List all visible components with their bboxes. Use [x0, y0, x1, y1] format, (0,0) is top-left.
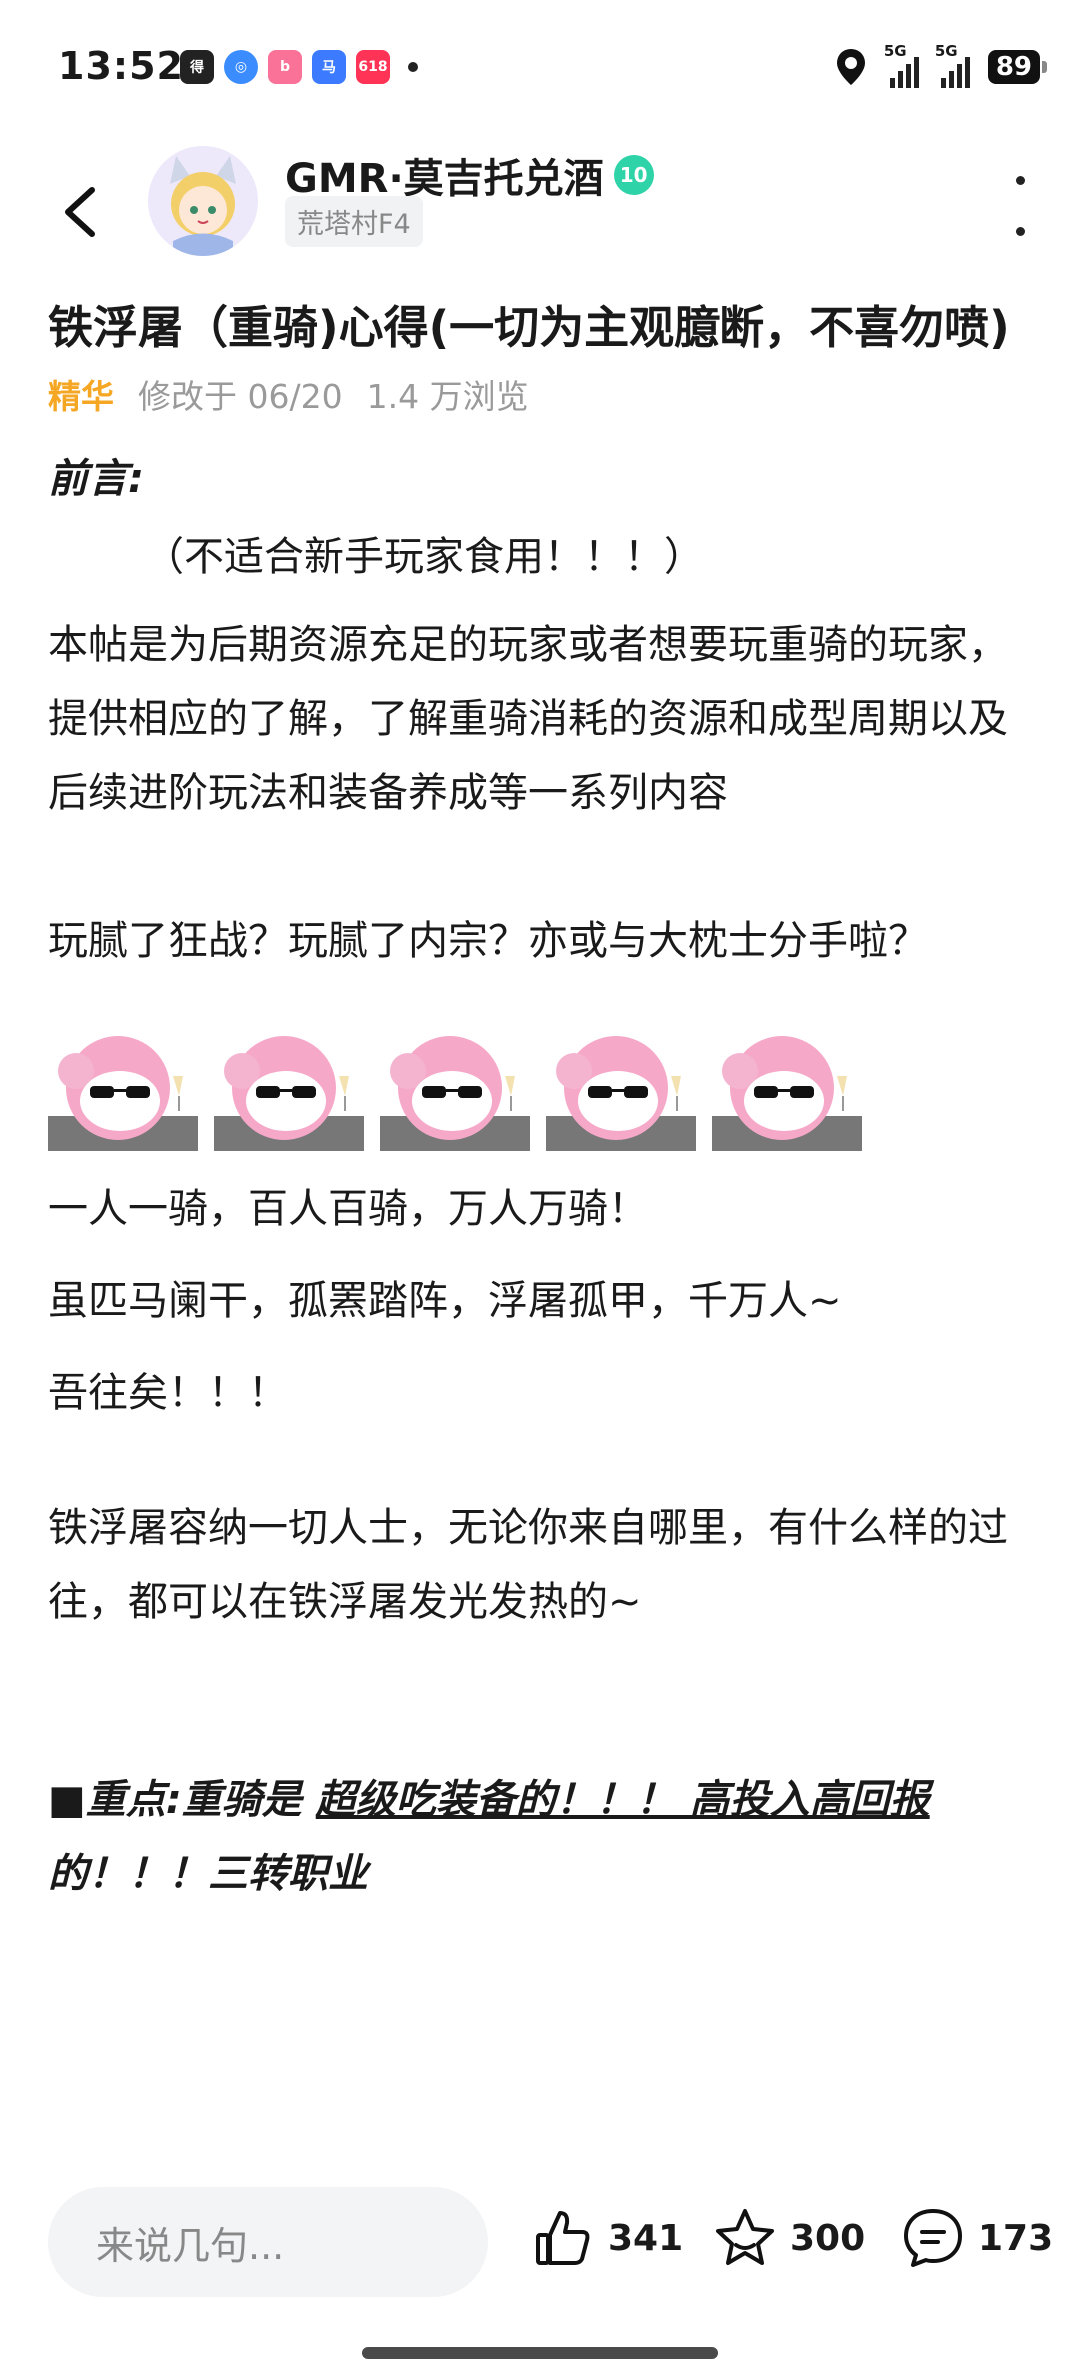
sticker-image: [214, 1036, 364, 1151]
status-bar: 13:52 得 ◎ b 马 618 5G 5G 89: [0, 0, 1080, 140]
like-button[interactable]: 341: [530, 2205, 683, 2271]
bottom-action-bar: 来说几句... 341 300 173: [0, 2155, 1080, 2377]
favorite-count: 300: [790, 2217, 866, 2259]
more-notifications-dot: [408, 62, 418, 72]
essence-tag: 精华: [48, 377, 114, 416]
paragraph-intro: 本帖是为后期资源充足的玩家或者想要玩重骑的玩家，提供相应的了解，了解重骑消耗的资…: [48, 622, 1008, 816]
maker-app-icon: 马: [312, 50, 346, 84]
author-avatar[interactable]: [148, 146, 258, 256]
post-title: 铁浮屠（重骑)心得(一切为主观臆断，不喜勿喷): [48, 301, 1010, 354]
poem-line-2: 虽匹马阑干，孤罴踏阵，浮屠孤甲，千万人~: [48, 1278, 842, 1324]
sticker-image: [48, 1036, 198, 1151]
key-point: ■重点:重骑是 超级吃装备的！！！ 高投入高回报 的！！！三转职业: [48, 1763, 1038, 1911]
more-options-icon[interactable]: [1010, 176, 1030, 236]
post-meta: 精华 修改于 06/20 1.4 万浏览: [48, 370, 1038, 418]
home-indicator[interactable]: [362, 2347, 718, 2359]
post-body: 铁浮屠（重骑)心得(一切为主观臆断，不喜勿喷) 精华 修改于 06/20 1.4…: [48, 292, 1038, 1911]
battery-indicator: 89: [987, 50, 1048, 84]
sticker-row: [48, 1016, 1038, 1151]
level-badge: 10: [613, 155, 654, 195]
avatar-image: [148, 146, 258, 256]
key-point-cut: 的！！！三转职业: [48, 1851, 368, 1897]
signal-icon-2: 5G: [935, 42, 970, 88]
author-location-tag: 荒塔村F4: [285, 196, 423, 247]
poem-line-3: 吾往矣！！！: [48, 1370, 288, 1416]
favorite-button[interactable]: 300: [712, 2205, 865, 2271]
back-arrow-icon[interactable]: [54, 182, 114, 242]
comment-count: 173: [978, 2217, 1054, 2259]
comment-button[interactable]: 173: [900, 2205, 1053, 2271]
thumbs-up-icon: [536, 2211, 590, 2265]
notification-icons: 得 ◎ b 马 618: [180, 50, 418, 84]
paragraph-welcome: 铁浮屠容纳一切人士，无论你来自哪里，有什么样的过往，都可以在铁浮屠发光发热的~: [48, 1505, 1008, 1625]
location-icon: [836, 49, 865, 85]
warning-text: （不适合新手玩家食用！！！）: [144, 534, 704, 580]
comment-bubble-icon: [904, 2209, 962, 2267]
star-icon: [716, 2209, 774, 2265]
sticker-image: [712, 1036, 862, 1151]
intro-heading: 前言:: [48, 456, 144, 502]
bilibili-app-icon: b: [268, 50, 302, 84]
post-header: GMR·莫吉托兑酒 10 荒塔村F4: [0, 140, 1080, 290]
paragraph-question: 玩腻了狂战？玩腻了内宗？亦或与大枕士分手啦？: [48, 918, 928, 964]
view-count: 1.4 万浏览: [366, 377, 529, 416]
modified-date: 修改于 06/20: [138, 377, 343, 416]
sticker-image: [380, 1036, 530, 1151]
like-count: 341: [608, 2217, 684, 2259]
quark-app-icon: ◎: [224, 50, 258, 84]
status-time: 13:52: [58, 44, 184, 88]
key-point-underlined: 超级吃装备的！！！ 高投入高回报: [315, 1777, 930, 1823]
618-app-icon: 618: [356, 50, 390, 84]
poem-line-1: 一人一骑，百人百骑，万人万骑！: [48, 1186, 648, 1232]
signal-icon-1: 5G: [884, 42, 919, 88]
comment-input[interactable]: 来说几句...: [48, 2187, 488, 2297]
key-point-prefix: ■重点:重骑是: [48, 1777, 316, 1823]
sticker-image: [546, 1036, 696, 1151]
dewu-app-icon: 得: [180, 50, 214, 84]
